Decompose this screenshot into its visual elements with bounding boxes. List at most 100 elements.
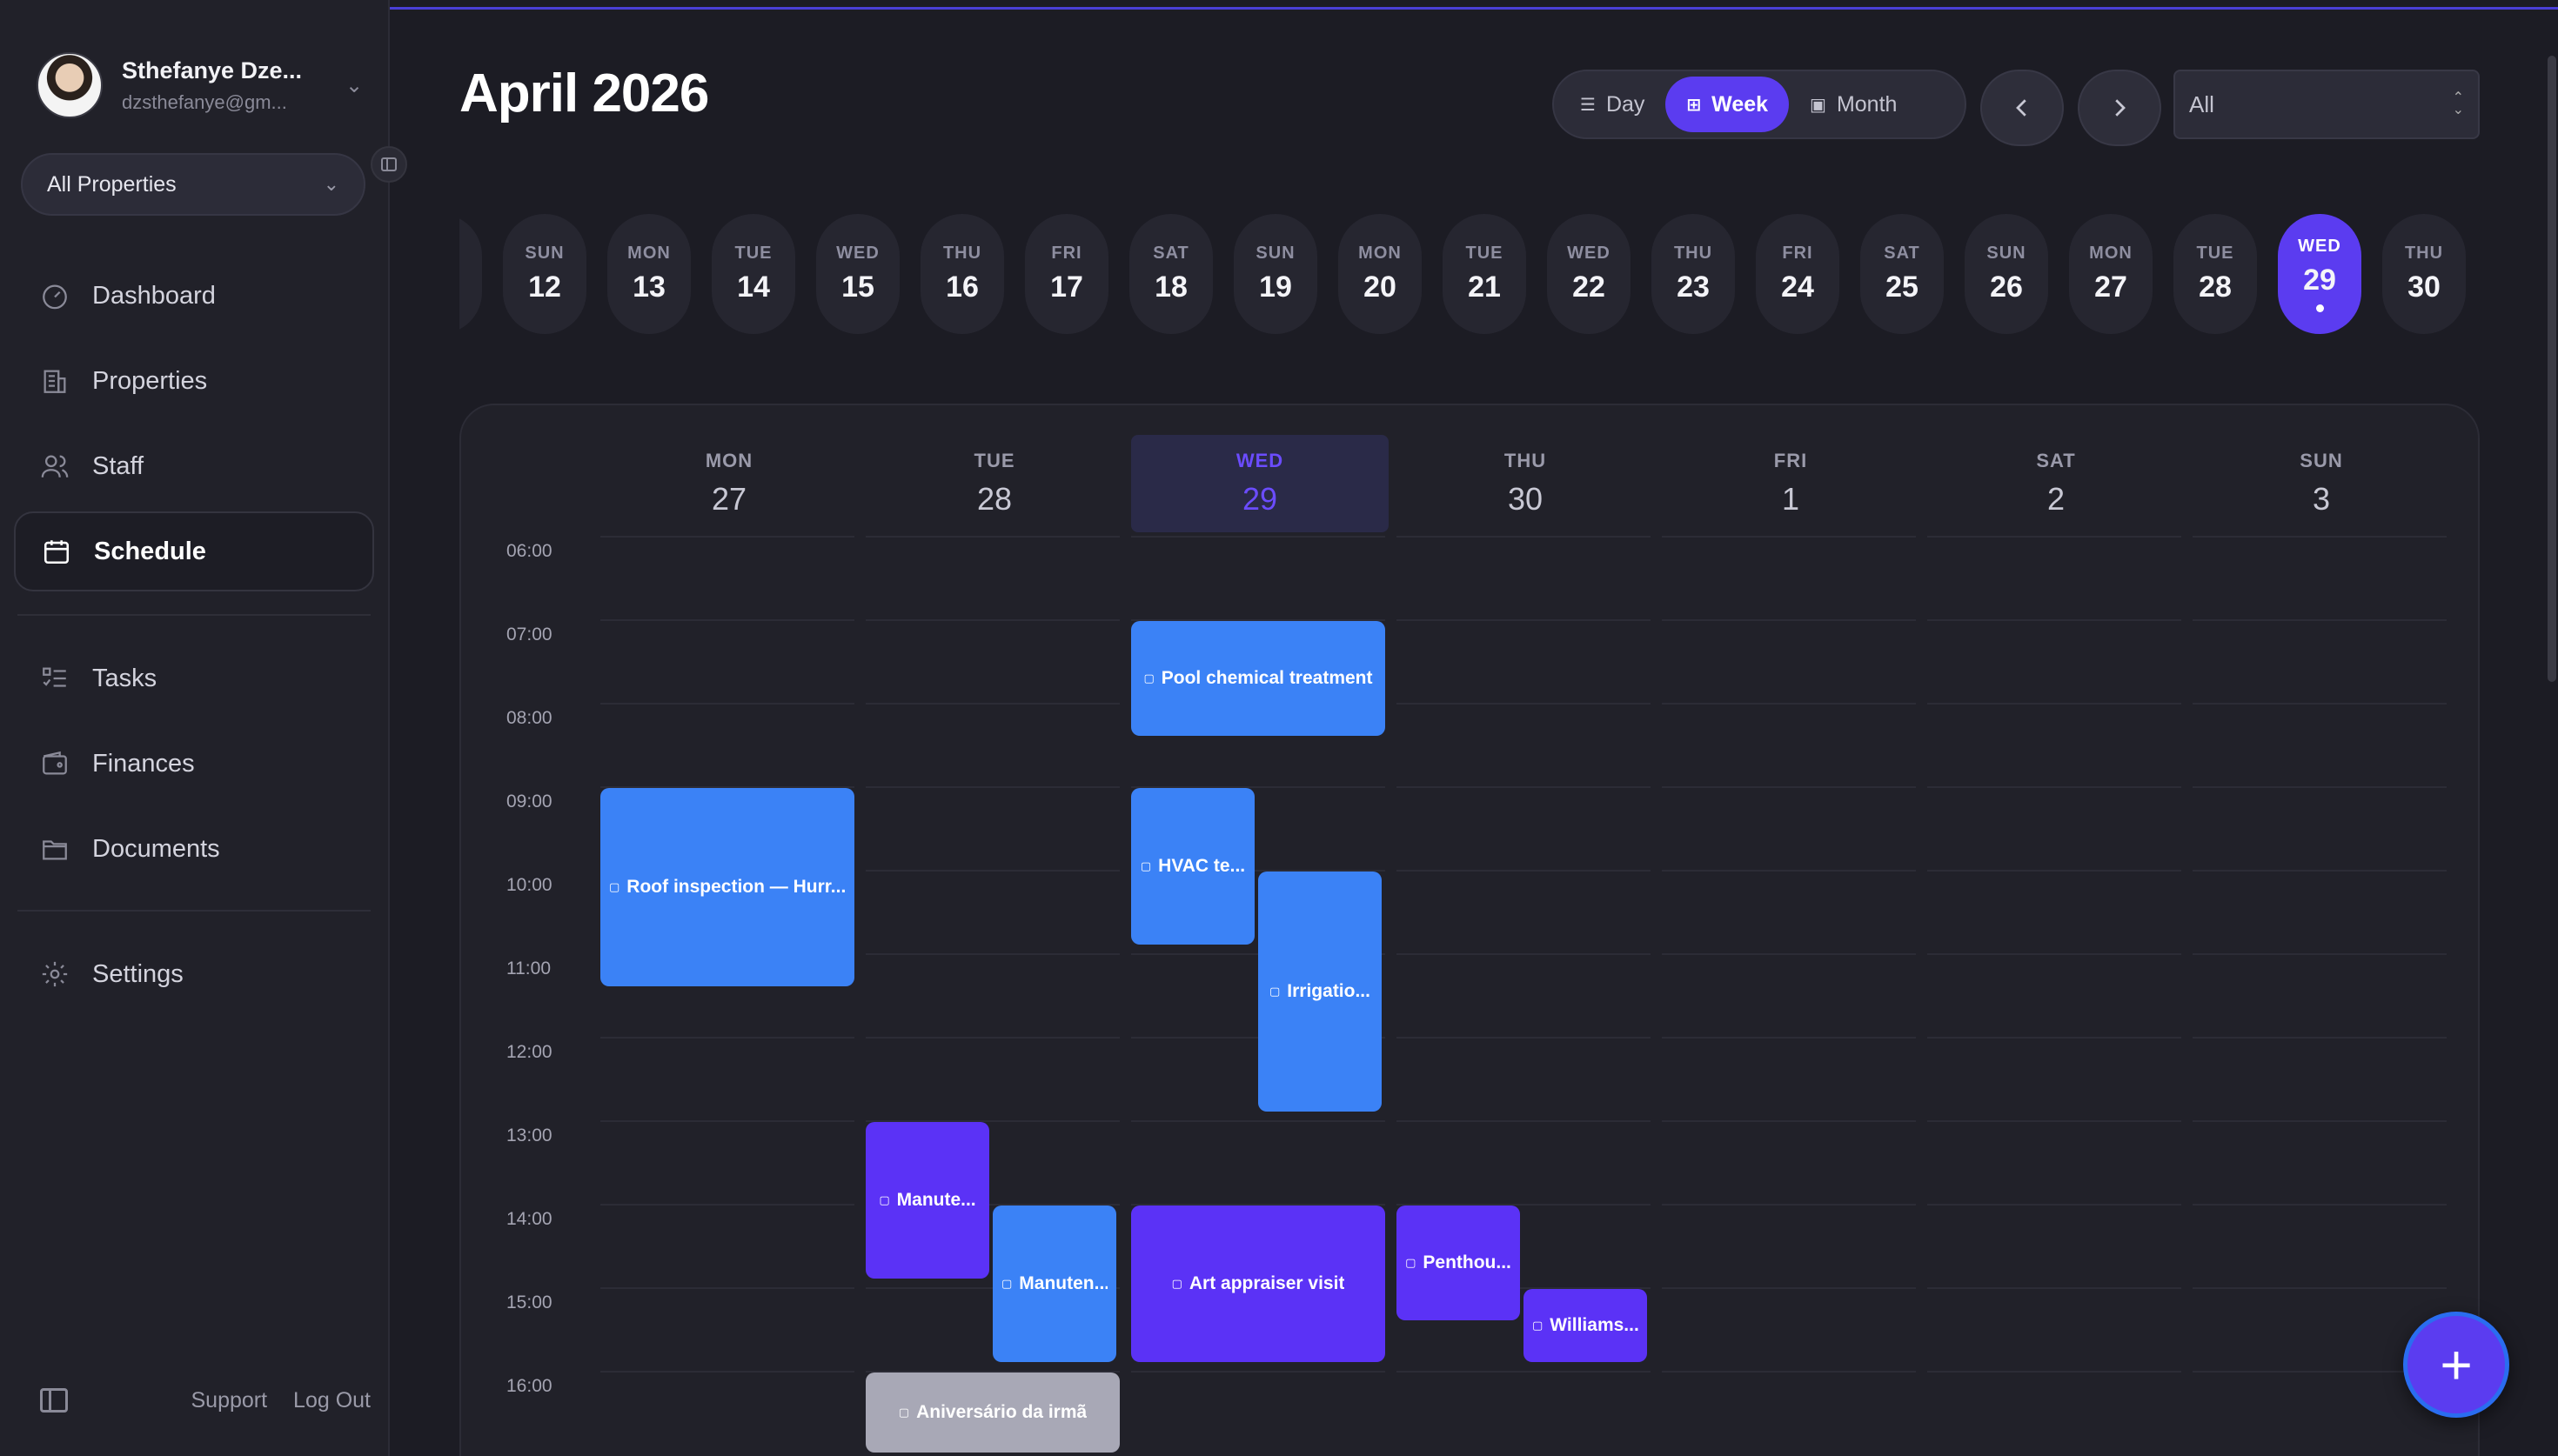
date-pill[interactable]: SAT 25 bbox=[1860, 214, 1944, 334]
date-pill-weekday: THU bbox=[1673, 244, 1713, 263]
day-column-header[interactable]: MON 27 bbox=[600, 435, 858, 532]
hour-gridline bbox=[2193, 786, 2447, 788]
event-icon: ▢ bbox=[1405, 1256, 1416, 1269]
event-block[interactable]: ▢ Aniversário da irmã bbox=[866, 1373, 1120, 1453]
date-pill[interactable]: MON 13 bbox=[607, 214, 691, 334]
user-email: dzsthefanye@gm... bbox=[122, 90, 287, 113]
logout-link[interactable]: Log Out bbox=[293, 1388, 371, 1413]
date-pill[interactable]: MON 20 bbox=[1338, 214, 1422, 334]
event-icon: ▢ bbox=[1269, 985, 1281, 998]
previous-week-button[interactable] bbox=[1980, 70, 2064, 146]
event-block[interactable]: ▢ HVAC te... bbox=[1131, 788, 1255, 945]
hour-gridline bbox=[1662, 536, 1916, 538]
hour-gridline bbox=[1396, 870, 1651, 872]
sidebar-item-label: Schedule bbox=[94, 537, 206, 565]
sidebar-toggle-icon[interactable] bbox=[40, 1388, 68, 1413]
event-block[interactable]: ▢ Irrigatio... bbox=[1258, 872, 1382, 1112]
sidebar: Sthefanye Dze... dzsthefanye@gm... ⌄ All… bbox=[0, 0, 390, 1456]
chevron-down-icon[interactable]: ⌄ bbox=[341, 72, 367, 98]
event-block[interactable]: ▢ Manuten... bbox=[993, 1206, 1116, 1362]
date-pill[interactable]: WED 29 bbox=[2278, 214, 2361, 334]
date-pill-weekday: FRI bbox=[1051, 244, 1082, 263]
date-pill[interactable]: FRI 24 bbox=[1756, 214, 1839, 334]
hour-gridline bbox=[1662, 1287, 1916, 1289]
date-pill[interactable]: TUE 21 bbox=[1443, 214, 1526, 334]
hour-gridline bbox=[1396, 953, 1651, 955]
scrollbar[interactable] bbox=[2548, 56, 2556, 682]
sidebar-item-documents[interactable]: Documents bbox=[14, 809, 374, 889]
week-view-button[interactable]: ⊞ Week bbox=[1665, 77, 1790, 132]
day-column-header[interactable]: FRI 1 bbox=[1662, 435, 1919, 532]
date-pill[interactable]: SUN 26 bbox=[1965, 214, 2048, 334]
date-pill[interactable]: TUE 28 bbox=[2173, 214, 2257, 334]
event-block[interactable]: ▢ Pool chemical treatment bbox=[1131, 621, 1385, 736]
month-view-button[interactable]: ▣ Month bbox=[1789, 77, 1918, 132]
hour-gridline bbox=[866, 1037, 1120, 1039]
date-pill[interactable]: THU 23 bbox=[1651, 214, 1735, 334]
user-profile[interactable]: Sthefanye Dze... dzsthefanye@gm... ⌄ bbox=[37, 52, 367, 118]
event-block[interactable]: ▢ Roof inspection — Hurr... bbox=[600, 788, 854, 986]
event-title: Roof inspection — Hurr... bbox=[626, 877, 846, 897]
date-pill[interactable]: SAT 18 bbox=[1129, 214, 1213, 334]
event-block[interactable]: ▢ Manute... bbox=[866, 1122, 989, 1279]
chevron-down-icon: ⌄ bbox=[323, 173, 339, 195]
date-pill[interactable]: THU 30 bbox=[2382, 214, 2466, 334]
sidebar-item-label: Settings bbox=[92, 959, 184, 988]
date-pill-weekday: MON bbox=[627, 244, 671, 263]
date-pill[interactable]: FRI 17 bbox=[1025, 214, 1108, 334]
time-label: 13:00 bbox=[506, 1125, 552, 1145]
hour-gridline bbox=[1396, 703, 1651, 705]
date-pill[interactable]: SUN 12 bbox=[503, 214, 586, 334]
date-pill[interactable]: TUE 14 bbox=[712, 214, 795, 334]
date-pill-partial[interactable] bbox=[459, 214, 482, 334]
event-block[interactable]: ▢ Williams... bbox=[1523, 1289, 1647, 1362]
date-pill[interactable]: SUN 19 bbox=[1234, 214, 1317, 334]
next-week-button[interactable] bbox=[2078, 70, 2161, 146]
day-column-header[interactable]: SUN 3 bbox=[2193, 435, 2450, 532]
hour-gridline bbox=[1927, 1120, 2181, 1122]
hour-gridline bbox=[600, 1287, 854, 1289]
day-column-header[interactable]: THU 30 bbox=[1396, 435, 1654, 532]
sidebar-item-finances[interactable]: Finances bbox=[14, 724, 374, 804]
event-block[interactable]: ▢ Penthou... bbox=[1396, 1206, 1520, 1320]
day-view-button[interactable]: ☰ Day bbox=[1559, 77, 1665, 132]
hour-gridline bbox=[2193, 1287, 2447, 1289]
day-column-header[interactable]: WED 29 bbox=[1131, 435, 1389, 532]
time-label: 15:00 bbox=[506, 1292, 552, 1312]
hour-gridline bbox=[1131, 1371, 1385, 1373]
column-day-number: 27 bbox=[711, 481, 747, 517]
sidebar-item-label: Documents bbox=[92, 834, 220, 863]
sidebar-item-properties[interactable]: Properties bbox=[14, 341, 374, 421]
day-view-label: Day bbox=[1605, 91, 1645, 117]
date-pill[interactable]: WED 15 bbox=[816, 214, 900, 334]
date-pill-weekday: SAT bbox=[1884, 244, 1920, 263]
folder-icon bbox=[40, 834, 70, 864]
sidebar-item-staff[interactable]: Staff bbox=[14, 426, 374, 506]
day-column-header[interactable]: TUE 28 bbox=[866, 435, 1123, 532]
column-weekday: SUN bbox=[2300, 450, 2343, 471]
collapse-sidebar-button[interactable] bbox=[371, 146, 407, 183]
date-pill[interactable]: MON 27 bbox=[2069, 214, 2153, 334]
time-label: 16:00 bbox=[506, 1376, 552, 1396]
support-link[interactable]: Support bbox=[191, 1388, 267, 1413]
add-event-button[interactable]: + bbox=[2403, 1312, 2509, 1418]
event-title: Aniversário da irmã bbox=[916, 1402, 1088, 1422]
sidebar-item-tasks[interactable]: Tasks bbox=[14, 638, 374, 718]
hour-gridline bbox=[1927, 1287, 2181, 1289]
time-label: 08:00 bbox=[506, 708, 552, 728]
time-label: 14:00 bbox=[506, 1209, 552, 1229]
day-column-header[interactable]: SAT 2 bbox=[1927, 435, 2185, 532]
filter-select[interactable]: All ⌃ ⌄ bbox=[2173, 70, 2480, 139]
sidebar-item-settings[interactable]: Settings bbox=[14, 934, 374, 1014]
date-pill[interactable]: THU 16 bbox=[921, 214, 1004, 334]
event-title: HVAC te... bbox=[1158, 856, 1246, 876]
property-select[interactable]: All Properties ⌄ bbox=[21, 153, 365, 216]
sidebar-item-schedule[interactable]: Schedule bbox=[14, 511, 374, 591]
date-pill-weekday: WED bbox=[1567, 244, 1610, 263]
event-block[interactable]: ▢ Art appraiser visit bbox=[1131, 1206, 1385, 1362]
sidebar-item-dashboard[interactable]: Dashboard bbox=[14, 256, 374, 336]
column-weekday: MON bbox=[705, 450, 753, 471]
sidebar-item-label: Tasks bbox=[92, 664, 157, 692]
column-weekday: WED bbox=[1235, 450, 1284, 471]
date-pill[interactable]: WED 22 bbox=[1547, 214, 1631, 334]
